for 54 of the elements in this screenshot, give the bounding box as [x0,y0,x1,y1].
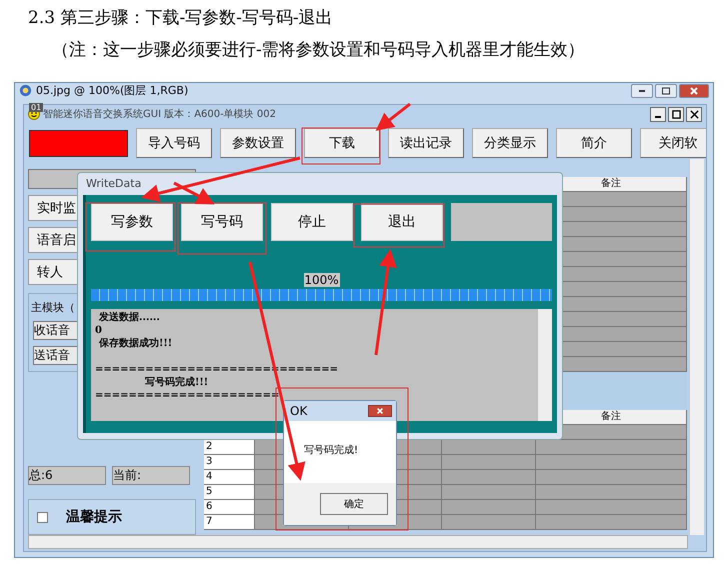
group-title: 主模块（ [31,300,75,315]
total-field: 总:6 [28,466,106,485]
dialog-button[interactable]: 退出 [361,203,443,241]
log-line: 0 [95,324,103,337]
window-title: 05.jpg @ 100%(图层 1,RGB) [36,83,188,98]
confirm-button[interactable]: 确定 [320,493,388,515]
tip-label: 温馨提示 [66,508,122,526]
close-icon [689,86,699,96]
file-icon [19,84,32,97]
section-heading: 2.3 第三步骤：下载-写参数-写号码-退出 [28,7,333,29]
toolbar-button[interactable]: 分类显示 [472,128,548,158]
tip-checkbox[interactable] [37,512,48,522]
app-title: 智能迷你语音交换系统GUI 版本：A600-单模块 002 [43,108,276,121]
log-scrollbar[interactable] [538,309,552,421]
minimize-button[interactable] [631,84,653,98]
row-number: 5 [204,485,255,499]
maximize-button[interactable] [668,106,684,122]
dialog-title: OK [290,404,308,418]
toolbar-button[interactable]: 下载 [304,128,380,158]
row-number: 3 [204,455,255,469]
minimize-icon [639,90,645,92]
minimize-icon [655,116,661,118]
maximize-icon [672,110,680,118]
maximize-button[interactable] [655,84,677,98]
layer-tag: 01 [29,103,44,112]
row-number: 2 [204,440,255,454]
note-text: （注：这一步骤必须要进行-需将参数设置和号码导入机器里才能生效） [52,39,585,61]
current-field: 当前: [112,466,190,485]
row-number: 7 [204,515,255,529]
vertical-scrollbar[interactable] [689,159,704,535]
dialog-button[interactable]: 停止 [271,203,353,241]
toolbar-button[interactable]: 关闭软 [640,128,706,158]
close-icon [376,407,384,415]
minimize-button[interactable] [650,106,666,122]
dialog-button[interactable]: 写参数 [91,203,173,241]
dialog-title: WriteData [86,177,142,190]
dialog-message: 写号码完成! [303,444,360,458]
close-button[interactable] [686,106,702,122]
toolbar-button[interactable]: 参数设置 [220,128,296,158]
maximize-icon [661,86,671,96]
progress-reading: 100% [304,273,340,287]
log-line: 发送数据...... [98,311,161,324]
close-icon [690,110,698,118]
annotation-arrow [376,102,411,131]
toolbar-button[interactable]: 读出记录 [388,128,464,158]
row-number: 6 [204,500,255,514]
row-number: 4 [204,470,255,484]
horizontal-scrollbar[interactable] [28,535,688,549]
close-button[interactable] [368,405,392,417]
toolbar-button[interactable]: 导入号码 [136,128,212,158]
toolbar-button[interactable]: 简介 [556,128,632,158]
log-line: 保存数据成功!!! [98,337,174,350]
log-line: 写号码完成!!! [144,376,210,389]
dialog-button[interactable]: 写号码 [181,203,263,241]
